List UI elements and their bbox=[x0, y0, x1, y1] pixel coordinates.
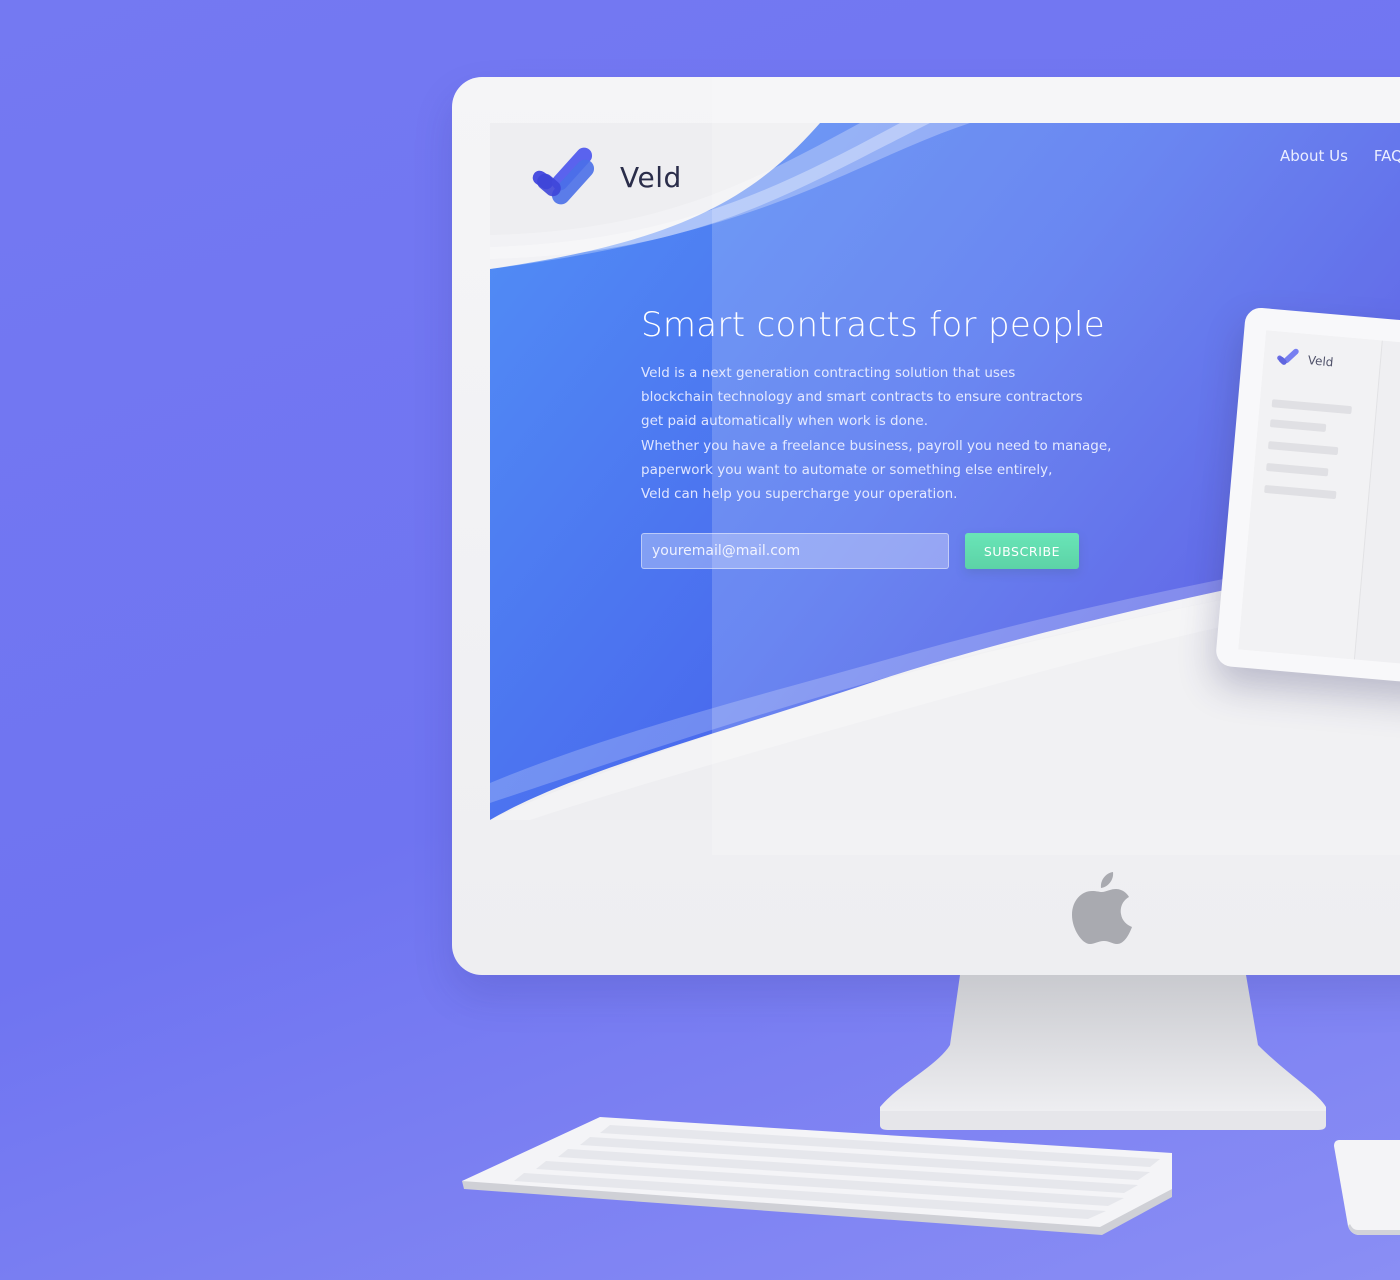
tablet-sidebar: Veld bbox=[1238, 330, 1383, 660]
hero-section: Smart contracts for people Veld is a nex… bbox=[641, 305, 1111, 506]
keyboard bbox=[462, 1117, 1172, 1235]
brand-logo[interactable]: Veld bbox=[530, 143, 682, 211]
product-mockup-scene: Veld About Us FAQ Smart contracts for pe… bbox=[0, 0, 1400, 1280]
hero-description: Veld is a next generation contracting so… bbox=[641, 361, 1111, 506]
hero-line: paperwork you want to automate or someth… bbox=[641, 461, 1053, 478]
hero-line: blockchain technology and smart contract… bbox=[641, 389, 1083, 406]
email-input[interactable] bbox=[641, 533, 949, 569]
hero-line: Veld can help you supercharge your opera… bbox=[641, 486, 958, 503]
sidebar-placeholder-line bbox=[1264, 484, 1337, 500]
brand-name: Veld bbox=[620, 160, 682, 194]
trackpad bbox=[1334, 1140, 1400, 1235]
veld-logo-icon bbox=[1277, 348, 1299, 365]
veld-logo-icon bbox=[532, 147, 595, 205]
hero-line: get paid automatically when work is done… bbox=[641, 413, 929, 430]
hero-title: Smart contracts for people bbox=[641, 305, 1105, 345]
imac-stand bbox=[880, 975, 1326, 1130]
monitor-screen: Veld About Us FAQ Smart contracts for pe… bbox=[490, 123, 1400, 820]
tablet-screen: Veld bbox=[1238, 330, 1400, 672]
tablet-brand-logo: Veld bbox=[1275, 345, 1334, 374]
sidebar-placeholder-line bbox=[1266, 462, 1329, 477]
sidebar-placeholder-line bbox=[1271, 399, 1352, 415]
nav-link-faq[interactable]: FAQ bbox=[1374, 147, 1400, 165]
hero-line: Whether you have a freelance business, p… bbox=[641, 437, 1112, 454]
subscribe-button[interactable]: SUBSCRIBE bbox=[965, 533, 1079, 569]
sidebar-placeholder-line bbox=[1267, 441, 1339, 456]
top-navigation: About Us FAQ bbox=[1280, 147, 1400, 165]
nav-link-about-us[interactable]: About Us bbox=[1280, 147, 1348, 165]
apple-logo-icon bbox=[1072, 872, 1132, 944]
hero-line: Veld is a next generation contracting so… bbox=[641, 365, 1016, 381]
tablet-brand-name: Veld bbox=[1307, 353, 1334, 370]
subscribe-form: SUBSCRIBE bbox=[641, 533, 1079, 569]
sidebar-placeholder-line bbox=[1269, 419, 1327, 433]
tablet-preview: Veld bbox=[1214, 306, 1400, 692]
